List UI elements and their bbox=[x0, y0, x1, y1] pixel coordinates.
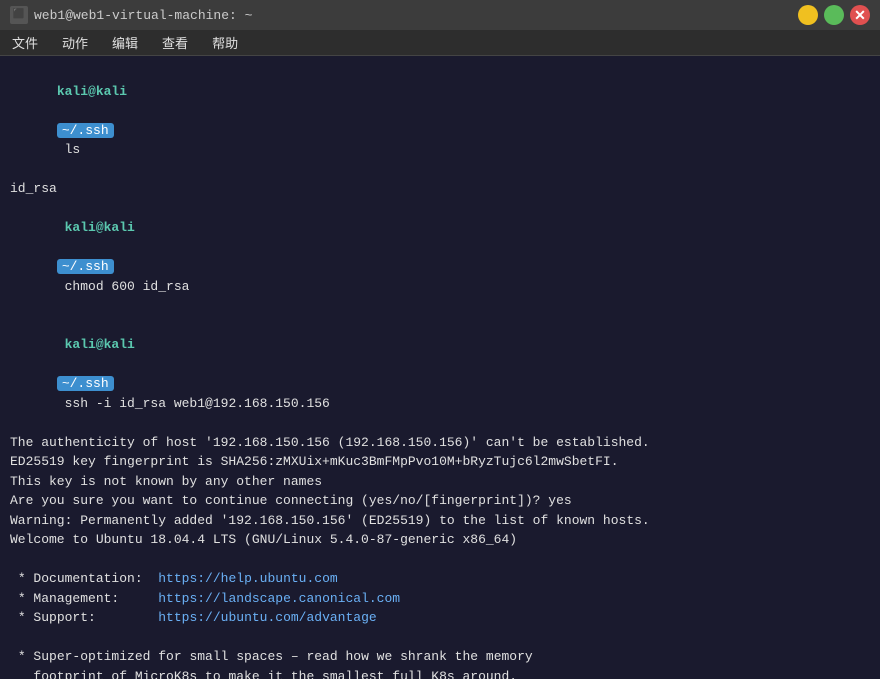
terminal-line: kali@kali ~/.ssh ls bbox=[10, 62, 870, 179]
terminal-window: ⬛ web1@web1-virtual-machine: ~ – ✕ 文件 动作… bbox=[0, 0, 880, 679]
terminal-line: Are you sure you want to continue connec… bbox=[10, 491, 870, 511]
terminal-line: ED25519 key fingerprint is SHA256:zMXUix… bbox=[10, 452, 870, 472]
titlebar-title: web1@web1-virtual-machine: ~ bbox=[34, 8, 252, 23]
menu-view[interactable]: 查看 bbox=[158, 31, 192, 54]
maximize-button[interactable] bbox=[824, 5, 844, 25]
terminal-line: footprint of MicroK8s to make it the sma… bbox=[10, 667, 870, 679]
menu-actions[interactable]: 动作 bbox=[58, 31, 92, 54]
terminal-line: Warning: Permanently added '192.168.150.… bbox=[10, 511, 870, 531]
terminal-line: * Documentation: https://help.ubuntu.com bbox=[10, 569, 870, 589]
terminal-line: kali@kali ~/.ssh ssh -i id_rsa web1@192.… bbox=[10, 316, 870, 433]
terminal-line: kali@kali ~/.ssh chmod 600 id_rsa bbox=[10, 199, 870, 316]
titlebar: ⬛ web1@web1-virtual-machine: ~ – ✕ bbox=[0, 0, 880, 30]
menu-file[interactable]: 文件 bbox=[8, 31, 42, 54]
menu-help[interactable]: 帮助 bbox=[208, 31, 242, 54]
window-icon: ⬛ bbox=[10, 6, 28, 24]
terminal-line: id_rsa bbox=[10, 179, 870, 199]
titlebar-buttons: – ✕ bbox=[798, 5, 870, 25]
terminal-body[interactable]: kali@kali ~/.ssh ls id_rsa kali@kali ~/.… bbox=[0, 56, 880, 679]
terminal-line: Welcome to Ubuntu 18.04.4 LTS (GNU/Linux… bbox=[10, 530, 870, 550]
terminal-blank bbox=[10, 550, 870, 570]
terminal-line: This key is not known by any other names bbox=[10, 472, 870, 492]
terminal-line: * Super-optimized for small spaces – rea… bbox=[10, 647, 870, 667]
menubar: 文件 动作 编辑 查看 帮助 bbox=[0, 30, 880, 56]
terminal-blank bbox=[10, 628, 870, 648]
close-button[interactable]: ✕ bbox=[850, 5, 870, 25]
terminal-line: The authenticity of host '192.168.150.15… bbox=[10, 433, 870, 453]
terminal-line: * Support: https://ubuntu.com/advantage bbox=[10, 608, 870, 628]
minimize-button[interactable]: – bbox=[798, 5, 818, 25]
terminal-line: * Management: https://landscape.canonica… bbox=[10, 589, 870, 609]
titlebar-left: ⬛ web1@web1-virtual-machine: ~ bbox=[10, 6, 252, 24]
menu-edit[interactable]: 编辑 bbox=[108, 31, 142, 54]
